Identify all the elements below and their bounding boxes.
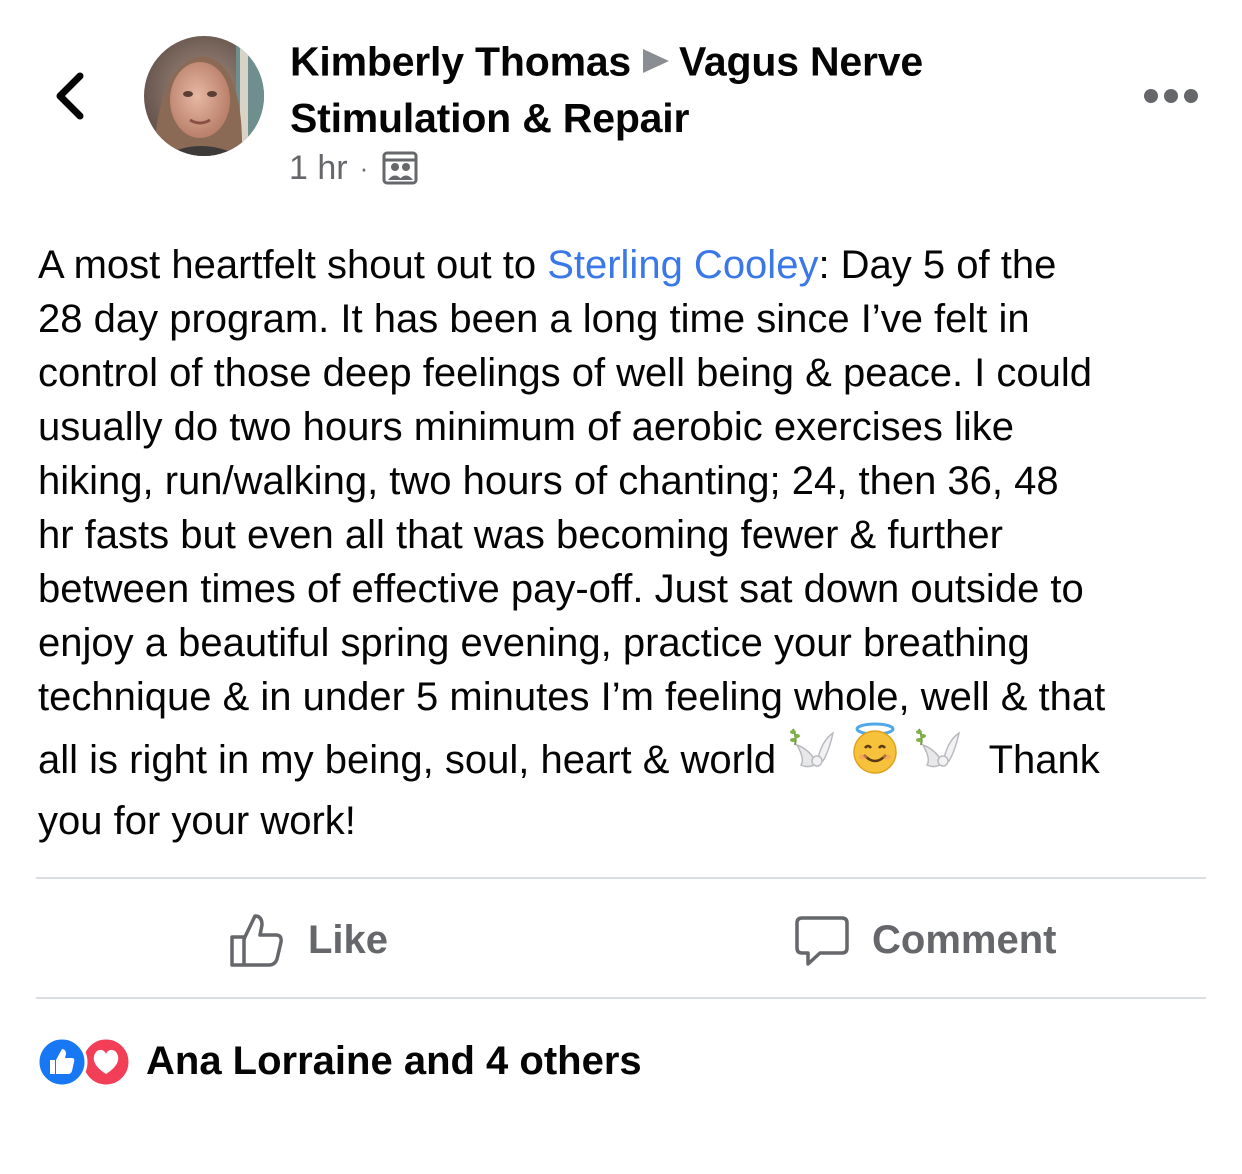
post-header-title: Kimberly Thomas Vagus Nerve Stimulation & … [290,36,1050,144]
post-line: between times of effective pay-off. Just… [38,567,1084,611]
post-text: Thank [988,738,1100,782]
meta-separator: · [359,152,369,183]
post-line: enjoy a beautiful spring evening, practi… [38,621,1030,665]
post-line: hr fasts but even all that was becoming … [38,513,1003,557]
post-line: 28 day program. It has been a long time … [38,297,1030,341]
dove-emoji [787,723,837,792]
dove-emoji [913,723,963,792]
group-name-line2: Stimulation & Repair [290,95,690,141]
mention-link[interactable]: Sterling Cooley [547,243,818,287]
author-avatar[interactable] [144,36,264,156]
chevron-left-icon [56,72,84,120]
post-line: A most heartfelt shout out to Sterling C… [38,238,1228,292]
post-line: all is right in my being, soul, heart & … [38,722,1228,794]
post-text: all is right in my being, soul, heart & … [38,738,777,782]
halo-smile-emoji [848,721,902,794]
divider [36,997,1206,999]
post-text: A most heartfelt shout out to [38,243,548,287]
post-meta: 1 hr · [289,146,418,190]
post-line: you for your work! [38,798,356,843]
back-button[interactable] [48,66,98,126]
post-line: hiking, run/walking, two hours of chanti… [38,459,1059,503]
comment-button[interactable]: Comment [794,910,1056,970]
triangle-right-icon [641,36,671,87]
author-name[interactable]: Kimberly Thomas [290,38,631,84]
reaction-icons [36,1036,134,1088]
post-line: control of those deep feelings of well b… [38,351,1093,395]
more-options-button[interactable] [1140,82,1202,110]
post-body: A most heartfelt shout out to Sterling C… [38,238,1228,848]
post-line: technique & in under 5 minutes I’m feeli… [38,675,1106,719]
like-label: Like [308,917,389,962]
group-members-icon [382,151,418,185]
like-reaction-icon [36,1036,88,1088]
comment-bubble-icon [795,916,849,966]
thumbs-up-icon [230,914,283,967]
profile-photo [144,36,264,156]
group-name-line1: Vagus Nerve [679,38,923,85]
comment-label: Comment [872,917,1057,962]
post-line: usually do two hours minimum of aerobic … [38,405,1014,449]
divider [36,877,1206,879]
more-options-icon [1144,89,1198,103]
reactions-summary[interactable]: Ana Lorraine and 4 others [36,1036,642,1088]
post-text: : Day 5 of the [818,243,1057,287]
reactions-text: Ana Lorraine and 4 others [146,1038,642,1083]
like-button[interactable]: Like [228,910,388,970]
timestamp[interactable]: 1 hr [289,149,348,188]
